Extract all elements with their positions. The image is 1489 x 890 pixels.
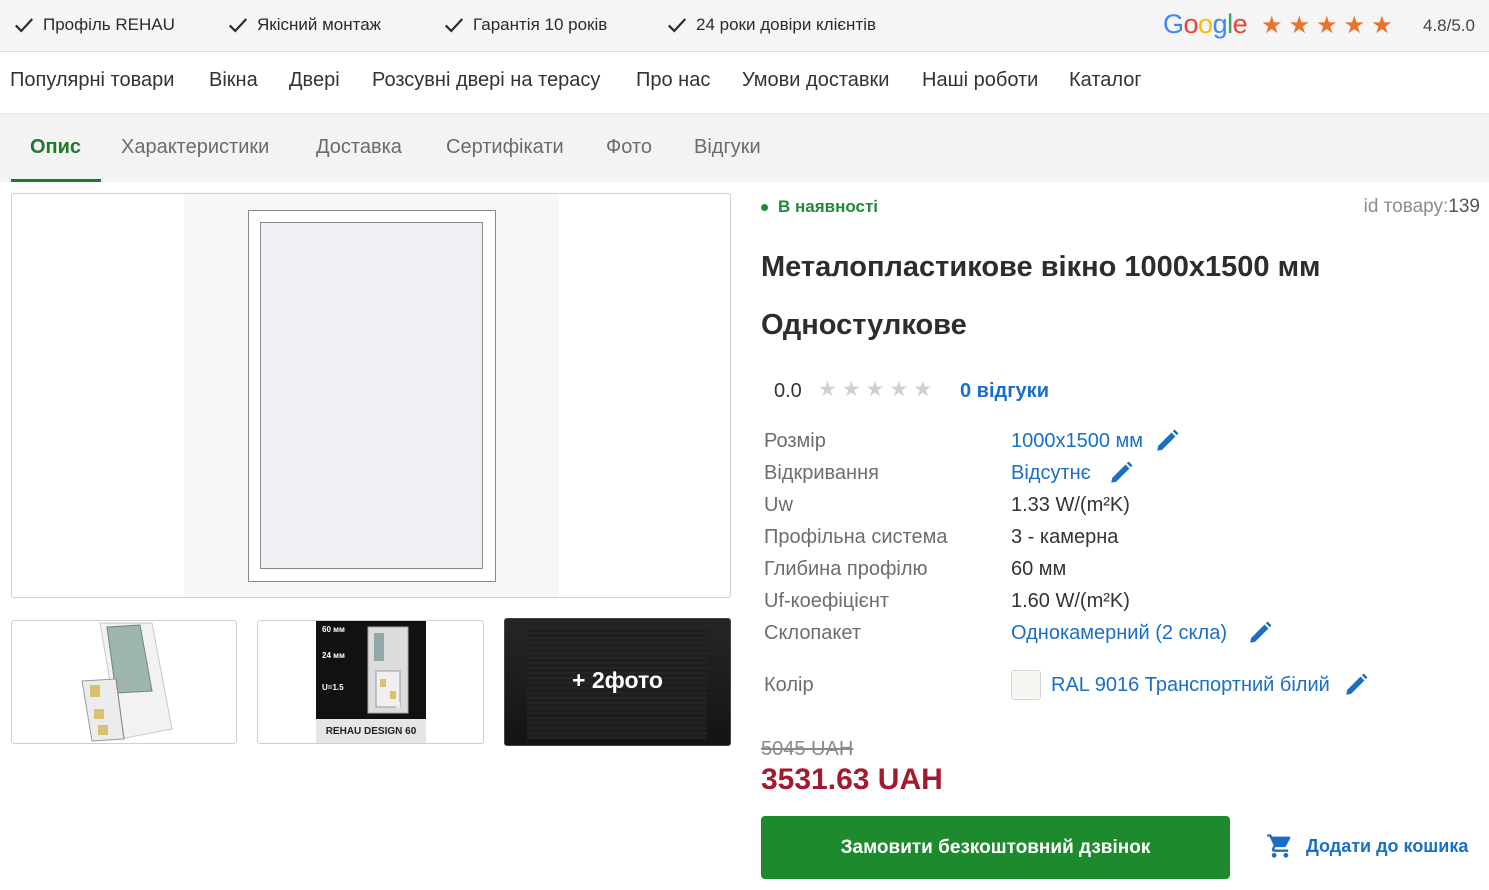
color-swatch[interactable]	[1011, 670, 1041, 700]
google-rating-stars: ★ ★ ★ ★ ★	[1261, 11, 1393, 41]
edit-opening-pencil-icon[interactable]	[1108, 460, 1134, 486]
checkmark-icon	[444, 18, 464, 33]
google-star-icon: ★	[1316, 12, 1338, 39]
product-tabs: Опис Характеристики Доставка Сертифікати…	[0, 114, 1489, 182]
spec-value-color[interactable]: RAL 9016 Транспортний білий	[1051, 674, 1330, 697]
google-star-icon: ★	[1371, 12, 1393, 39]
u-value-label: U=1.5	[322, 683, 344, 692]
profile-section-image	[12, 621, 236, 743]
nav-popular-products[interactable]: Популярні товари	[10, 69, 174, 92]
rating-star-icon[interactable]: ★	[889, 376, 908, 404]
google-star-icon: ★	[1288, 12, 1311, 39]
product-rating-stars[interactable]: ★ ★ ★ ★ ★	[818, 376, 932, 404]
tab-delivery[interactable]: Доставка	[316, 136, 402, 159]
usp-item: Профіль REHAU	[13, 14, 175, 36]
old-price: 5045 UAH	[761, 738, 854, 760]
product-rating-value: 0.0	[774, 380, 802, 402]
add-to-cart-label: Додати до кошика	[1306, 835, 1469, 856]
usp-label: 24 роки довіри клієнтів	[696, 15, 877, 34]
tab-description[interactable]: Опис	[30, 136, 81, 159]
tab-reviews[interactable]: Відгуки	[694, 136, 761, 159]
main-product-image[interactable]	[11, 193, 731, 598]
usp-label: Профіль REHAU	[43, 15, 175, 34]
stock-status: В наявності	[761, 197, 878, 217]
usp-label: Гарантія 10 років	[473, 15, 608, 34]
active-tab-indicator	[11, 179, 101, 182]
window-illustration	[184, 194, 559, 597]
spec-value-opening[interactable]: Відсутнє	[1011, 462, 1091, 485]
spec-label-profile-system: Профільна система	[764, 526, 948, 548]
rehau-design-image: 60 мм 24 мм U=1.5 3 REHAU DESIGN 60	[316, 621, 426, 743]
nav-catalog[interactable]: Каталог	[1069, 69, 1142, 92]
edit-size-pencil-icon[interactable]	[1154, 428, 1180, 454]
cart-icon	[1267, 834, 1291, 858]
rating-star-icon[interactable]: ★	[818, 376, 837, 404]
product-id-label: id товару:	[1363, 196, 1449, 217]
usp-item: 24 роки довіри клієнтів	[666, 14, 876, 36]
spec-label-size: Розмір	[764, 430, 826, 452]
nav-doors[interactable]: Двері	[289, 69, 340, 92]
rating-star-icon[interactable]: ★	[866, 376, 885, 404]
thumbnail-more-photos[interactable]: + 2фото	[504, 618, 731, 746]
top-usp-bar: Профіль REHAU Якісний монтаж Гарантія 10…	[0, 0, 1489, 52]
spec-label-uf: Uf-коефіцієнт	[764, 590, 890, 612]
order-free-call-button[interactable]: Замовити безкоштовний дзвінок	[761, 816, 1230, 879]
product-id-value: 139	[1448, 196, 1480, 217]
edit-color-pencil-icon[interactable]	[1343, 672, 1369, 698]
add-to-cart-button[interactable]: Додати до кошика	[1266, 832, 1468, 860]
edit-glazing-pencil-icon[interactable]	[1247, 620, 1273, 646]
usp-item: Якісний монтаж	[227, 14, 381, 36]
depth-label: 60 мм	[322, 625, 345, 634]
reviews-link[interactable]: 0 відгуки	[960, 380, 1049, 403]
google-star-icon: ★	[1261, 12, 1283, 39]
rating-star-icon[interactable]: ★	[842, 376, 861, 404]
nav-about-us[interactable]: Про нас	[636, 69, 710, 92]
spec-value-uf: 1.60 W/(m²K)	[1011, 590, 1130, 612]
spec-label-uw: Uw	[764, 494, 793, 516]
tab-certificates[interactable]: Сертифікати	[446, 136, 564, 159]
profile-cross-section-icon	[316, 621, 426, 719]
spec-label-glazing: Склопакет	[764, 622, 861, 644]
google-star-icon: ★	[1343, 12, 1366, 39]
thumbnail-profile-section[interactable]	[11, 620, 237, 744]
tab-photos[interactable]: Фото	[606, 136, 652, 159]
usp-item: Гарантія 10 років	[443, 14, 607, 36]
nav-sliding-doors[interactable]: Розсувні двері на терасу	[372, 69, 600, 92]
google-rating-value: 4.8/5.0	[1423, 16, 1475, 35]
tab-characteristics[interactable]: Характеристики	[121, 136, 269, 159]
checkmark-icon	[667, 18, 687, 33]
thumbnail-rehau-design[interactable]: 60 мм 24 мм U=1.5 3 REHAU DESIGN 60	[257, 620, 484, 744]
checkmark-icon	[14, 18, 34, 33]
spec-value-profile-depth: 60 мм	[1011, 558, 1067, 580]
spec-label-profile-depth: Глибина профілю	[764, 558, 928, 580]
nav-windows[interactable]: Вікна	[209, 69, 258, 92]
rating-star-icon[interactable]: ★	[913, 376, 932, 404]
glass-label: 24 мм	[322, 651, 345, 660]
spec-value-uw: 1.33 W/(m²K)	[1011, 494, 1130, 516]
spec-label-color: Колір	[764, 674, 814, 696]
more-photos-label: + 2фото	[572, 667, 663, 693]
product-title: Металопластикове вікно 1000х1500 мм Одно…	[761, 251, 1321, 341]
window-sash	[260, 222, 483, 569]
in-stock-dot-icon	[761, 203, 768, 211]
spec-value-glazing[interactable]: Однокамерний (2 скла)	[1011, 622, 1227, 645]
rehau-caption: REHAU DESIGN 60	[316, 719, 426, 743]
usp-label: Якісний монтаж	[257, 15, 382, 34]
current-price: 3531.63 UAH	[761, 763, 943, 796]
window-frame	[248, 210, 496, 582]
spec-label-opening: Відкривання	[764, 462, 879, 484]
nav-our-works[interactable]: Наші роботи	[922, 69, 1038, 92]
nav-delivery-terms[interactable]: Умови доставки	[742, 69, 889, 92]
spec-value-size[interactable]: 1000х1500 мм	[1011, 430, 1143, 453]
chambers-label: 3	[396, 701, 401, 710]
spec-value-profile-system: 3 - камерна	[1011, 526, 1119, 548]
stock-label: В наявності	[778, 197, 879, 216]
checkmark-icon	[228, 18, 248, 33]
main-navigation: Популярні товари Вікна Двері Розсувні дв…	[0, 53, 1489, 113]
product-id: id товару:139	[1364, 196, 1480, 218]
google-logo: Google	[1163, 9, 1248, 39]
